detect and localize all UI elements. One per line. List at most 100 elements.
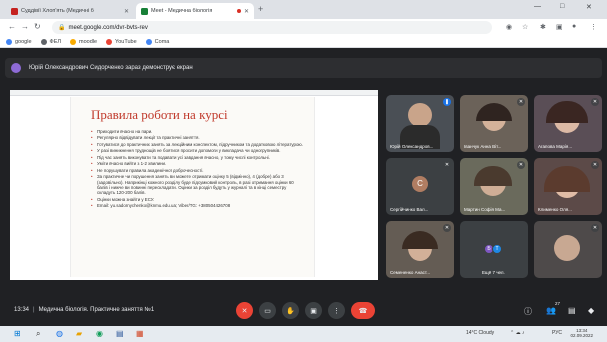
participant-name: Іванчук Анна Віт... <box>464 144 502 149</box>
participant-tile[interactable]: ✕ Семененко Анаст... <box>386 221 454 278</box>
browser-tab-1[interactable]: Суддівії Хлоп'ять (Медичні б ✕ <box>6 3 134 19</box>
raise-hand-button[interactable]: ✋ <box>282 302 299 319</box>
avatar: С <box>412 175 428 192</box>
maximize-button[interactable]: □ <box>560 3 564 10</box>
weather-widget[interactable]: 14°C Cloudy <box>466 330 494 336</box>
minimize-button[interactable]: — <box>534 3 541 10</box>
rule-item: Готуватися до практичних занять за лекці… <box>91 142 304 148</box>
activities-icon[interactable]: ◆ <box>588 306 594 315</box>
bookmark-coma[interactable]: Coma <box>145 38 169 45</box>
participant-tile[interactable]: ❚ Юрій Олександров... <box>386 95 454 152</box>
close-tab-icon[interactable]: ✕ <box>124 8 129 15</box>
participant-name: Агапова Марія... <box>538 144 573 149</box>
participant-video <box>546 101 588 123</box>
rule-item: Email: yu.sadornychenko@knmu.edu.ua; Vib… <box>91 203 304 209</box>
chat-icon[interactable]: ▤ <box>568 306 576 315</box>
word-icon[interactable]: ▤ <box>116 329 124 338</box>
mic-off-icon: ✕ <box>443 161 451 169</box>
meeting-info: 13:34 | Медична біологія. Практичне занятт… <box>14 307 154 313</box>
participant-tile[interactable]: ✕ <box>534 221 602 278</box>
phone-hangup-icon: ☎ <box>358 307 368 315</box>
more-participants-tile[interactable]: Б Т Ещё 7 чел. <box>460 221 528 278</box>
close-window-button[interactable]: ✕ <box>586 3 592 11</box>
camera-icon: ▭ <box>264 307 271 315</box>
rule-item: Не порушувати правила академічної доброч… <box>91 168 304 174</box>
rule-item: Оцінки можна знайти у ЕСУ. <box>91 197 304 203</box>
powerpoint-icon[interactable]: ▦ <box>136 329 144 338</box>
participant-tile[interactable]: ✕ Клименко Оля... <box>534 158 602 215</box>
participant-video <box>476 103 512 121</box>
meeting-time: 13:34 <box>14 307 30 313</box>
language-indicator[interactable]: РУС <box>552 330 562 336</box>
participant-tile[interactable]: ✕ Мартин Софія Ма... <box>460 158 528 215</box>
more-options-button[interactable]: ⋮ <box>328 302 345 319</box>
participant-video <box>544 166 590 192</box>
tab-title: Meet - Медична біологія <box>151 8 213 14</box>
participant-tile[interactable]: С ✕ Сергійчинко Вал... <box>386 158 454 215</box>
rule-item: Регулярно відвідувати лекції та практичн… <box>91 135 304 141</box>
people-button[interactable]: 👥 27 <box>546 301 560 315</box>
browser-tab-2[interactable]: Meet - Медична біологія ✕ <box>136 3 254 19</box>
participant-video <box>408 103 432 127</box>
participant-name: Клименко Оля... <box>538 207 572 212</box>
youtube-icon <box>106 38 113 45</box>
speaking-indicator-icon: ❚ <box>443 98 451 106</box>
profile-icon[interactable]: ● <box>572 23 576 30</box>
windows-taskbar: ⊞ ⌕ ◍ ▰ ◉ ▤ ▦ 14°C Cloudy ⌃ ☁ ♪ РУС 13:3… <box>0 326 607 342</box>
tray-icons[interactable]: ⌃ ☁ ♪ <box>510 330 524 336</box>
meet-favicon-icon <box>141 7 148 15</box>
mic-off-icon: ✕ <box>241 307 248 315</box>
meeting-title: Медична біологія. Практичне заняття №1 <box>38 307 155 313</box>
windows-start-icon[interactable]: ⊞ <box>14 329 21 338</box>
bookmark-moodle[interactable]: moodle <box>70 38 97 45</box>
bookmark-star-icon[interactable]: ☆ <box>522 23 528 31</box>
present-screen-icon: ▣ <box>310 307 317 315</box>
mic-off-icon: ✕ <box>591 161 599 169</box>
reload-icon[interactable]: ↻ <box>34 22 41 31</box>
participant-count-badge: 27 <box>554 301 560 306</box>
meeting-controls-bar: 13:34 | Медична біологія. Практичне занятт… <box>0 296 607 326</box>
bookmark-fel[interactable]: ФЕЛ <box>40 38 61 45</box>
meeting-details-icon[interactable]: ⓘ <box>524 306 532 317</box>
sidebar-icon[interactable]: ▣ <box>556 23 563 31</box>
mic-toggle-button[interactable]: ✕ <box>236 302 253 319</box>
bookmark-icon <box>145 38 152 45</box>
clock[interactable]: 13:34 02.09.2022 <box>570 328 593 338</box>
participant-name: Ещё 7 чел. <box>482 270 505 275</box>
rule-item: За практичне чи порушення занять ви може… <box>91 174 304 195</box>
edge-icon[interactable]: ◍ <box>56 329 63 338</box>
participant-tile[interactable]: ✕ Агапова Марія... <box>534 95 602 152</box>
globe-icon <box>40 38 47 45</box>
divider: | <box>33 307 35 313</box>
search-icon[interactable]: ⌕ <box>36 329 40 339</box>
rule-item: У разі виникнення труднощів не боятися п… <box>91 148 304 154</box>
file-explorer-icon[interactable]: ▰ <box>76 329 82 338</box>
present-now-button[interactable]: ▣ <box>305 302 322 319</box>
back-arrow-icon[interactable]: ← <box>8 22 16 31</box>
mic-off-icon: ✕ <box>443 224 451 232</box>
hand-icon: ✋ <box>286 307 295 315</box>
chrome-icon[interactable]: ◉ <box>96 329 103 338</box>
participant-video <box>554 235 580 261</box>
leave-call-button[interactable]: ☎ <box>351 302 375 319</box>
camera-indicator-icon[interactable]: ◉ <box>506 23 512 31</box>
mic-off-icon: ✕ <box>517 98 525 106</box>
bookmark-google[interactable]: google <box>6 38 32 45</box>
google-icon <box>6 38 12 45</box>
address-bar[interactable]: 🔒 meet.google.com/dvr-bvts-rev <box>52 21 492 34</box>
bookmark-youtube[interactable]: YouTube <box>106 38 137 45</box>
close-tab-icon[interactable]: ✕ <box>244 8 249 15</box>
camera-toggle-button[interactable]: ▭ <box>259 302 276 319</box>
new-tab-button[interactable]: + <box>258 4 263 14</box>
participant-name: Семененко Анаст... <box>390 270 431 275</box>
rule-item: Уміти вчасно вийти з 1-2 хвилини. <box>91 161 304 167</box>
menu-icon[interactable]: ⋮ <box>590 23 597 31</box>
mic-off-icon: ✕ <box>591 98 599 106</box>
extensions-icon[interactable]: ✱ <box>540 23 546 31</box>
mic-off-icon: ✕ <box>517 161 525 169</box>
participant-video <box>474 166 512 186</box>
participant-tile[interactable]: ✕ Іванчук Анна Віт... <box>460 95 528 152</box>
forward-arrow-icon[interactable]: → <box>21 22 29 31</box>
moodle-icon <box>70 38 76 45</box>
presenter-avatar <box>11 63 21 73</box>
